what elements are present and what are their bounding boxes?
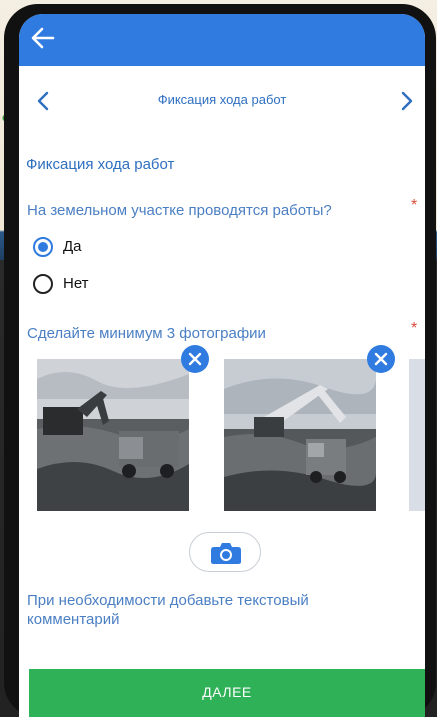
- camera-icon: [211, 543, 241, 564]
- step-navigation: Фиксация хода работ: [19, 84, 425, 118]
- radio-button-unchecked[interactable]: [33, 274, 53, 294]
- photo-thumbnail-3-partial[interactable]: [409, 359, 425, 511]
- photo-thumbnail-2[interactable]: [224, 359, 376, 511]
- photos-label: Сделайте минимум 3 фотографии: [27, 325, 266, 342]
- arrow-left-icon[interactable]: [29, 24, 57, 52]
- comment-prompt[interactable]: При необходимости добавьте текстовый ком…: [27, 591, 387, 629]
- close-icon: [374, 352, 388, 366]
- next-button[interactable]: ДАЛЕЕ: [29, 669, 425, 717]
- add-photo-button[interactable]: [189, 532, 261, 572]
- remove-photo-button-1[interactable]: [181, 345, 209, 373]
- step-title: Фиксация хода работ: [157, 92, 287, 107]
- question-label: На земельном участке проводятся работы?: [27, 202, 332, 219]
- close-icon: [188, 352, 202, 366]
- photo-thumbnail-1[interactable]: [37, 359, 189, 511]
- excavator-truck-photo: [224, 359, 376, 511]
- radio-label-no: Нет: [63, 275, 89, 292]
- radio-label-yes: Да: [63, 238, 82, 255]
- next-button-label: ДАЛЕЕ: [202, 684, 252, 700]
- phone-frame: Фиксация хода работ Фиксация хода работ …: [4, 4, 436, 717]
- radio-button-checked[interactable]: [33, 237, 53, 257]
- excavator-truck-photo: [37, 359, 189, 511]
- section-title: Фиксация хода работ: [26, 156, 175, 173]
- required-marker: *: [411, 197, 418, 214]
- remove-photo-button-2[interactable]: [367, 345, 395, 373]
- photos-required-marker: *: [411, 320, 418, 337]
- app-bar: [19, 14, 425, 66]
- app-screen: Фиксация хода работ Фиксация хода работ …: [19, 14, 425, 717]
- chevron-right-icon[interactable]: [399, 90, 415, 112]
